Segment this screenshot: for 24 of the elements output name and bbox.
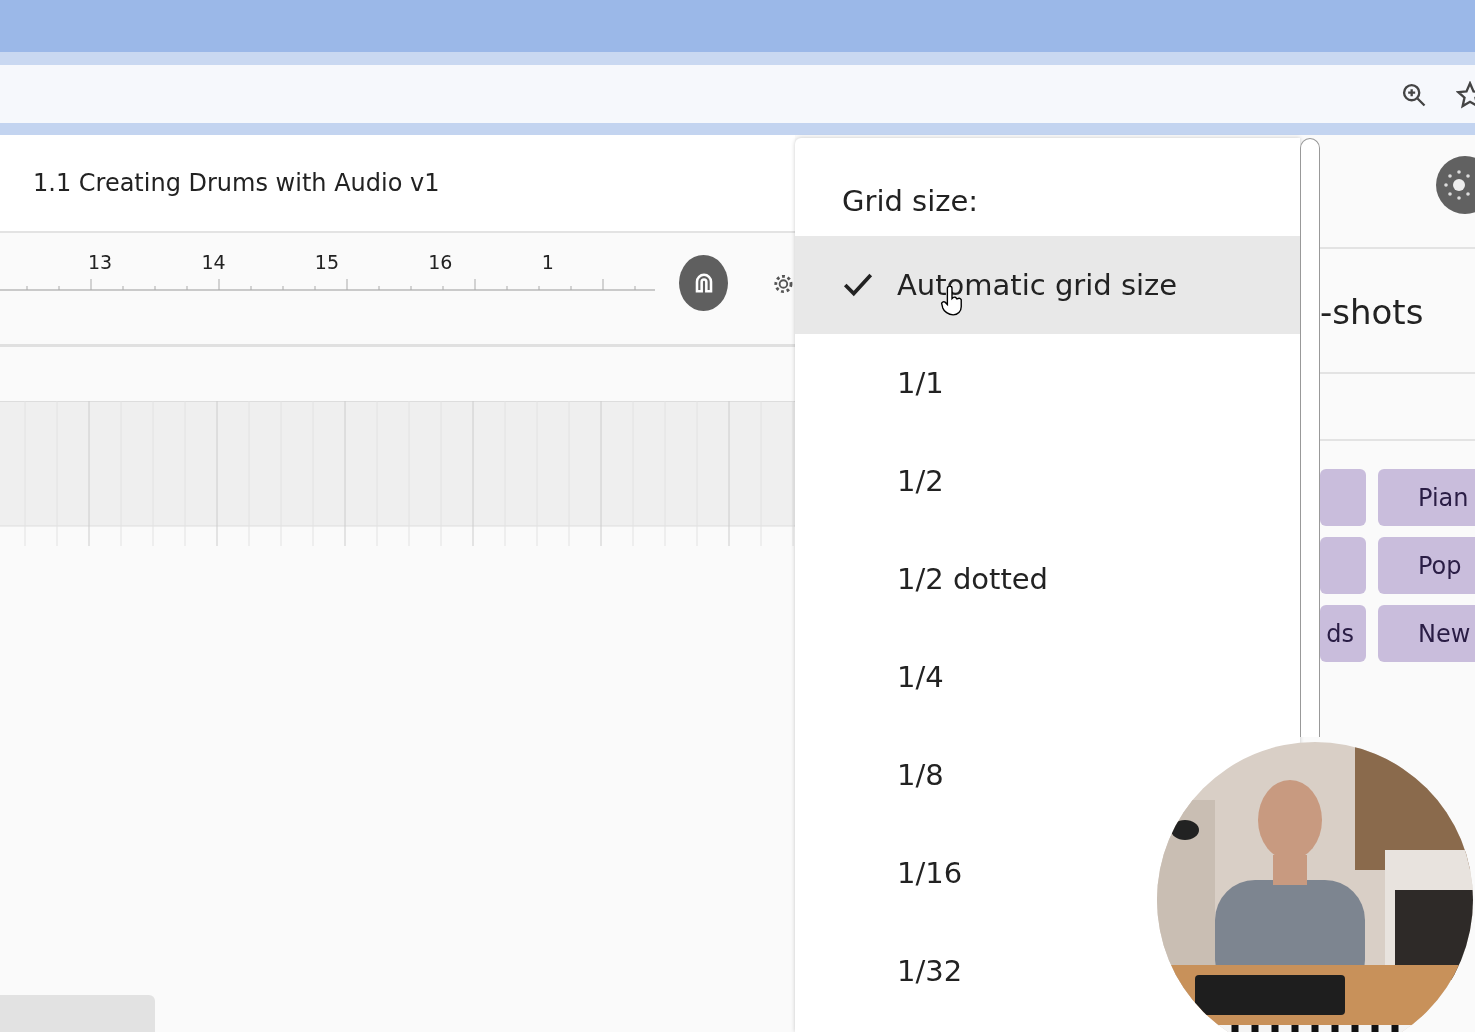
bar-number: 1 [541, 251, 555, 275]
menu-item[interactable]: 1/1 [795, 334, 1150, 432]
menu-item[interactable]: 1/2 [795, 432, 1150, 530]
scrollbar[interactable] [1300, 138, 1320, 737]
menu-item[interactable]: 1/2 dotted [795, 530, 1150, 628]
genre-chip[interactable]: New [1378, 605, 1475, 662]
menu-item[interactable]: 1/32 [795, 922, 1150, 1020]
genre-chip[interactable]: Pop [1378, 537, 1475, 594]
bar-number: 13 [88, 251, 114, 275]
genre-chip[interactable]: Pian [1378, 469, 1475, 526]
settings-button[interactable] [1435, 155, 1475, 215]
project-title: 1.1 Creating Drums with Audio v1 [33, 169, 440, 197]
zoom-in-icon[interactable] [1400, 81, 1428, 109]
bar-number: 16 [428, 251, 454, 275]
genre-chip[interactable]: ds [1320, 605, 1366, 662]
bar-number: 15 [314, 251, 340, 275]
snap-button[interactable] [679, 255, 729, 311]
bar-number: 14 [201, 251, 227, 275]
menu-item[interactable]: 1/16 [795, 824, 1150, 922]
menu-item[interactable]: 1/8 [795, 726, 1150, 824]
menu-item[interactable]: Automatic grid size [795, 236, 1300, 334]
menu-title: Grid size: [841, 183, 980, 220]
section-heading: -shots [1320, 292, 1424, 332]
menu-item[interactable]: 1/4 [795, 628, 1150, 726]
